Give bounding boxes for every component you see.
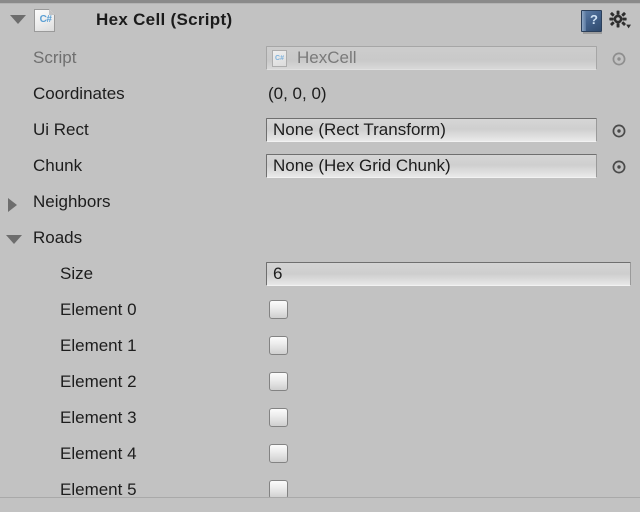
object-picker-ui-rect-icon[interactable] [612, 124, 626, 138]
property-row-script: Script C# HexCell [0, 40, 640, 76]
array-element-checkbox[interactable] [269, 336, 288, 355]
help-book-icon[interactable]: ? [581, 10, 602, 34]
csharp-script-icon: C# [34, 9, 55, 32]
component-header[interactable]: C# Hex Cell (Script) ? [0, 4, 640, 36]
array-element-label: Element 0 [60, 300, 137, 319]
array-element-checkbox[interactable] [269, 408, 288, 427]
array-element-row: Element 1 [0, 328, 640, 364]
array-size-value: 6 [273, 264, 283, 283]
array-size-label: Size [60, 264, 94, 283]
array-element-row: Element 2 [0, 364, 640, 400]
neighbors-triangle-right-icon[interactable] [8, 198, 17, 212]
foldout-neighbors[interactable]: Neighbors [0, 184, 640, 220]
object-field-script[interactable]: C# HexCell [266, 46, 597, 70]
array-size-row: Size 6 [0, 256, 640, 292]
array-element-label: Element 4 [60, 444, 137, 463]
property-row-coordinates: Coordinates (0, 0, 0) [0, 76, 640, 112]
object-field-ui-rect-value: None (Rect Transform) [273, 120, 446, 139]
csharp-script-icon-label: C# [39, 14, 52, 25]
object-field-ui-rect[interactable]: None (Rect Transform) [266, 118, 597, 142]
object-field-chunk-value: None (Hex Grid Chunk) [273, 156, 451, 175]
array-element-row: Element 3 [0, 400, 640, 436]
property-label-chunk: Chunk [33, 156, 83, 175]
bottom-fill [0, 498, 640, 512]
array-element-label: Element 3 [60, 408, 137, 427]
object-field-chunk[interactable]: None (Hex Grid Chunk) [266, 154, 597, 178]
object-picker-script-icon[interactable] [612, 52, 626, 66]
property-value-coordinates: (0, 0, 0) [268, 84, 327, 103]
foldout-roads[interactable]: Roads [0, 220, 640, 256]
array-element-checkbox[interactable] [269, 300, 288, 319]
foldout-label-neighbors: Neighbors [33, 192, 111, 211]
property-row-chunk: Chunk None (Hex Grid Chunk) [0, 148, 640, 184]
property-row-ui-rect: Ui Rect None (Rect Transform) [0, 112, 640, 148]
property-label-ui-rect: Ui Rect [33, 120, 89, 139]
csharp-mini-icon: C# [272, 50, 287, 67]
property-label-coordinates: Coordinates [33, 84, 125, 103]
object-field-script-value: HexCell [297, 48, 357, 67]
property-label-script: Script [33, 48, 77, 67]
help-icon-glyph: ? [590, 12, 598, 27]
component-title: Hex Cell (Script) [96, 10, 233, 29]
array-size-input[interactable]: 6 [266, 262, 631, 286]
csharp-mini-icon-label: C# [275, 55, 284, 62]
foldout-label-roads: Roads [33, 228, 83, 247]
component-foldout-triangle-down-icon[interactable] [10, 15, 26, 24]
array-element-checkbox[interactable] [269, 372, 288, 391]
array-element-label: Element 2 [60, 372, 137, 391]
array-element-row: Element 4 [0, 436, 640, 472]
gear-dropdown-icon[interactable] [608, 10, 632, 32]
array-element-row: Element 0 [0, 292, 640, 328]
array-element-label: Element 1 [60, 336, 137, 355]
inspector-panel: C# Hex Cell (Script) ? Script C# HexCell… [0, 0, 640, 512]
object-picker-chunk-icon[interactable] [612, 160, 626, 174]
array-element-checkbox[interactable] [269, 444, 288, 463]
roads-triangle-down-icon[interactable] [6, 235, 22, 244]
